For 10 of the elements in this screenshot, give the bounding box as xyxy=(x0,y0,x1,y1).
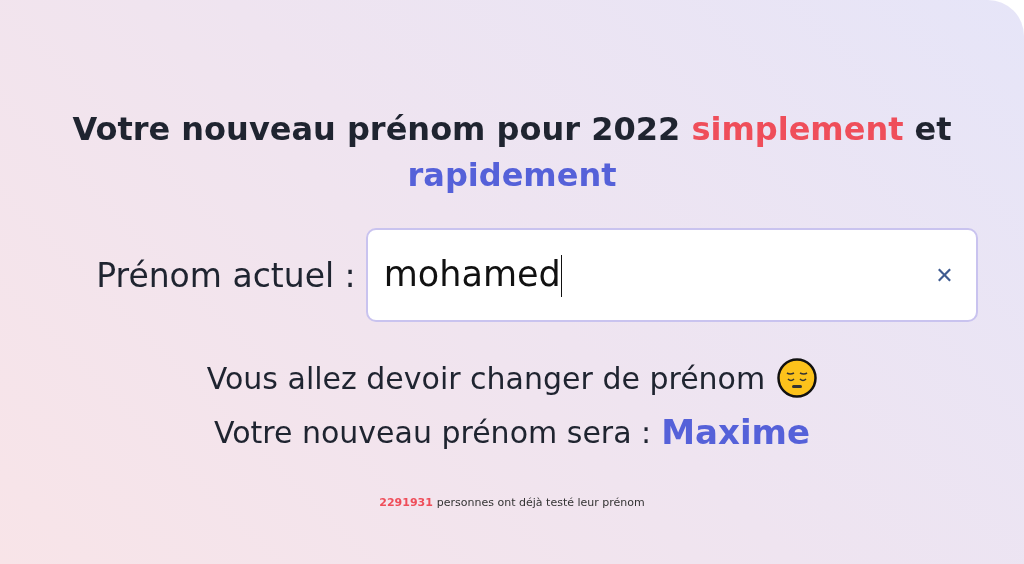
field-label: Prénom actuel : xyxy=(96,255,356,295)
name-input-field[interactable]: mohamed ✕ xyxy=(365,228,978,322)
new-name: Maxime xyxy=(661,412,811,452)
sad-face-icon xyxy=(777,358,818,398)
clear-button[interactable]: ✕ xyxy=(935,262,954,288)
tester-count: 2291931 xyxy=(379,496,433,509)
page-title: Votre nouveau prénom pour 2022 simplement et rapidement xyxy=(72,109,952,196)
verdict-text: Vous allez devoir changer de prénom xyxy=(206,360,766,396)
footer-text: personnes ont déjà testé leur prénom xyxy=(436,496,645,509)
result-label: Votre nouveau prénom sera : xyxy=(213,414,652,450)
